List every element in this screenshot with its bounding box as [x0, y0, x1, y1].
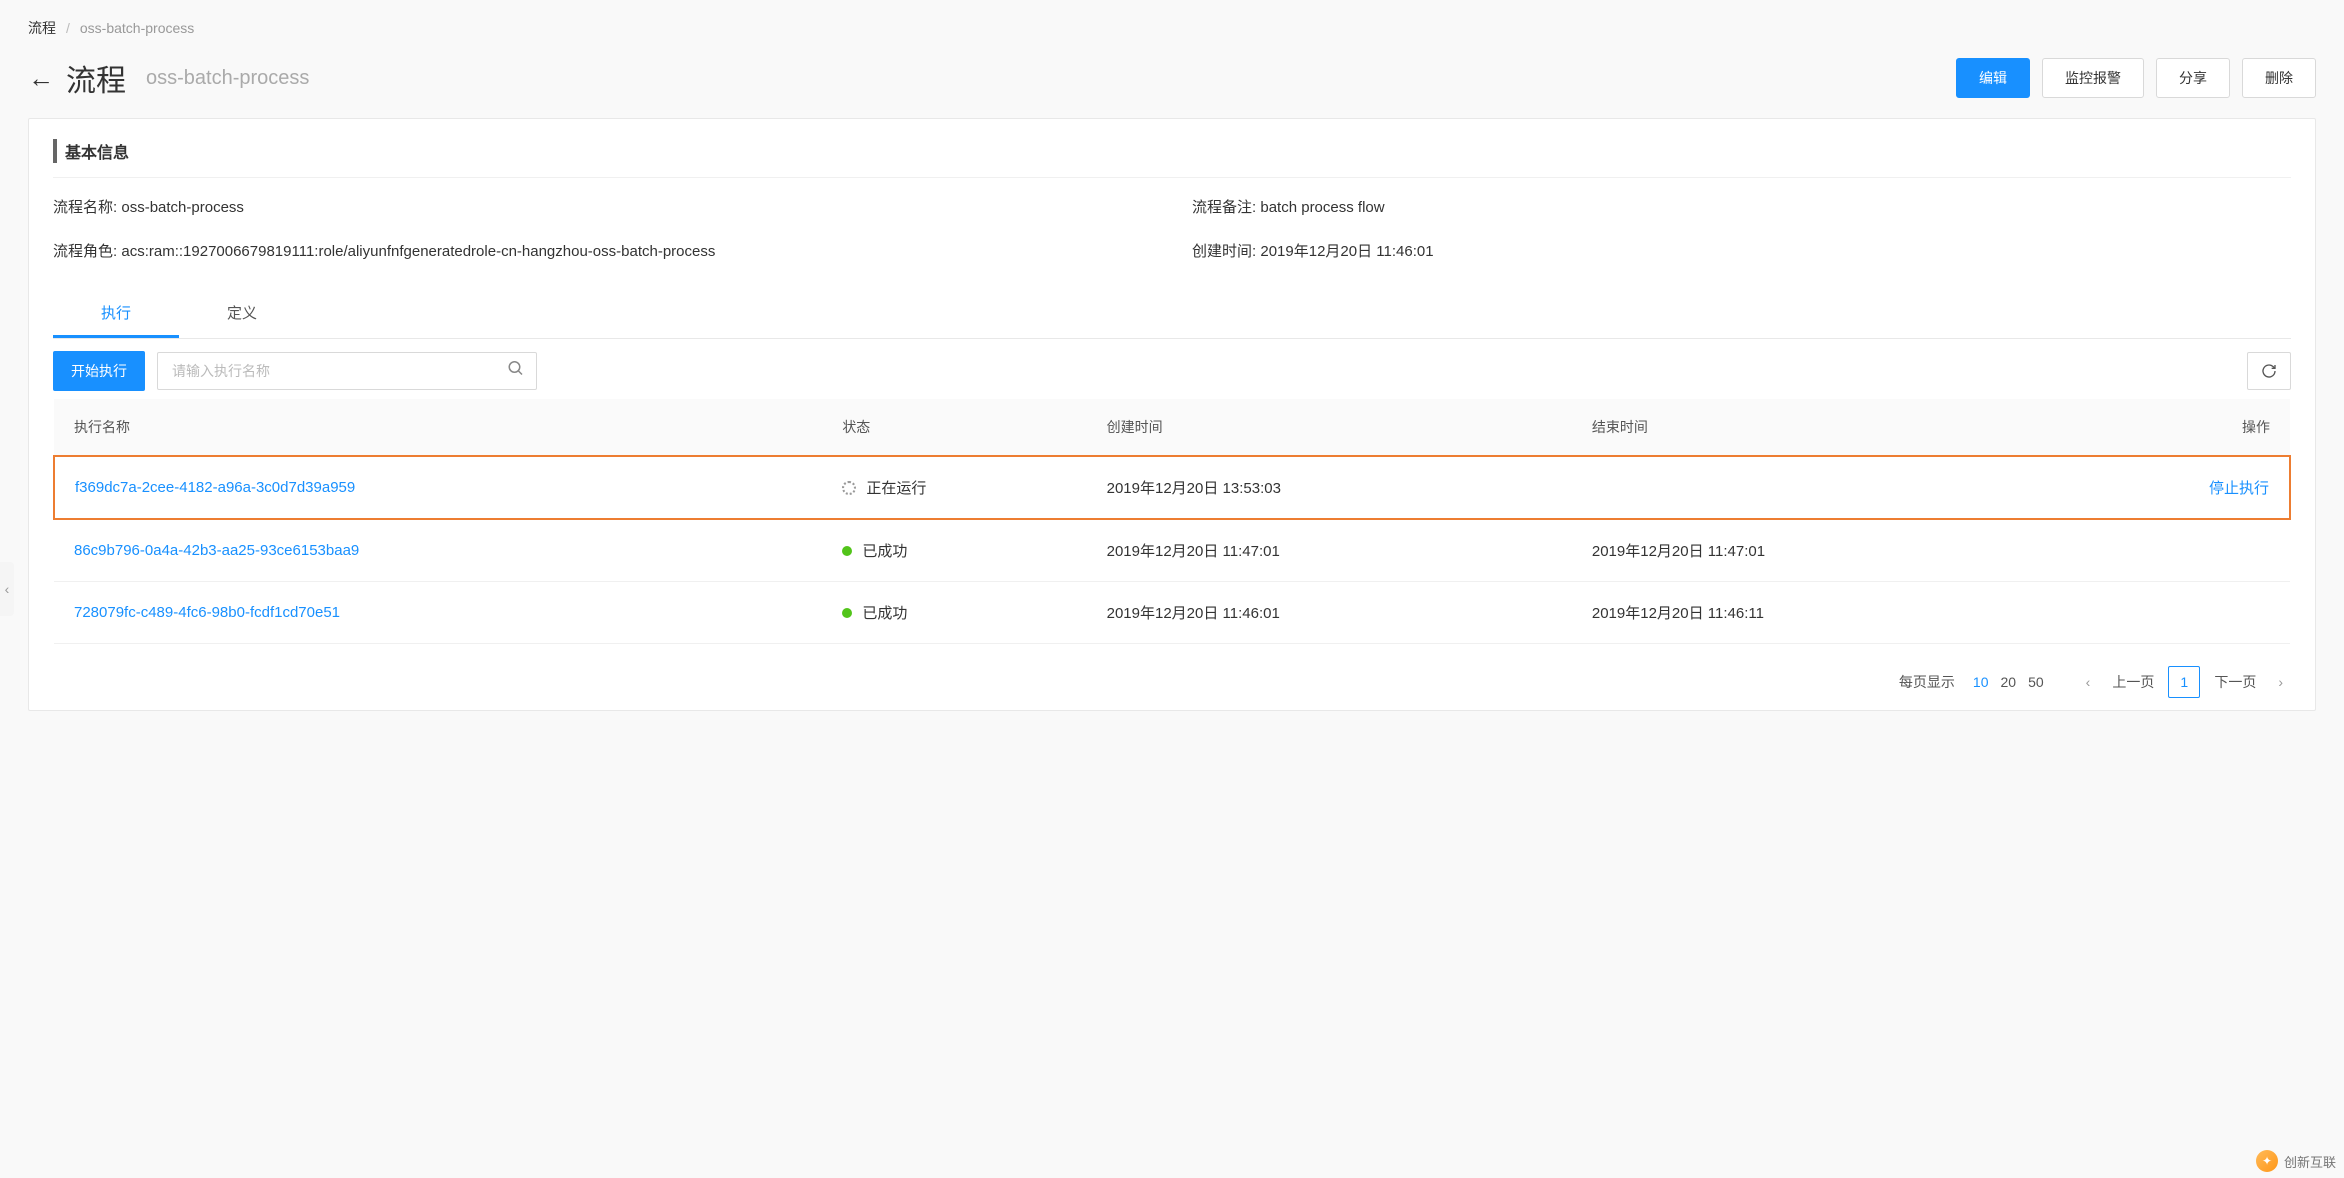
watermark: ✦ 创新互联 — [2256, 1150, 2336, 1172]
page-subtitle: oss-batch-process — [146, 67, 309, 90]
flow-role-label: 流程角色 — [53, 243, 113, 260]
execution-name-link[interactable]: 728079fc-c489-4fc6-98b0-fcdf1cd70e51 — [74, 604, 340, 621]
prev-page-icon[interactable]: ‹ — [2078, 668, 2099, 696]
flow-name-value: oss-batch-process — [121, 199, 244, 216]
refresh-button[interactable] — [2247, 352, 2291, 390]
created-time: 2019年12月20日 11:46:01 — [1095, 582, 1580, 644]
flow-remark-value: batch process flow — [1260, 199, 1384, 216]
flow-created-value: 2019年12月20日 11:46:01 — [1260, 243, 1433, 260]
start-execute-button[interactable]: 开始执行 — [53, 351, 145, 391]
breadcrumb: 流程 / oss-batch-process — [28, 18, 2316, 38]
ended-time — [1580, 456, 2063, 519]
edit-button[interactable]: 编辑 — [1956, 58, 2030, 98]
ended-time: 2019年12月20日 11:47:01 — [1580, 519, 2063, 582]
table-row: 728079fc-c489-4fc6-98b0-fcdf1cd70e51 已成功 2… — [54, 582, 2290, 644]
col-created: 创建时间 — [1095, 399, 1580, 456]
flow-name: 流程名称: oss-batch-process — [53, 196, 1152, 220]
search-input[interactable] — [157, 352, 537, 390]
monitor-alert-button[interactable]: 监控报警 — [2042, 58, 2144, 98]
tab-execute[interactable]: 执行 — [53, 290, 179, 338]
page-size-option[interactable]: 10 — [1967, 670, 1995, 694]
stop-execution-link[interactable]: 停止执行 — [2209, 480, 2269, 497]
status-dot-icon — [842, 608, 852, 618]
status-text: 已成功 — [862, 602, 907, 623]
execution-name-link[interactable]: f369dc7a-2cee-4182-a96a-3c0d7d39a959 — [75, 479, 355, 496]
divider — [53, 177, 2291, 178]
execution-name-link[interactable]: 86c9b796-0a4a-42b3-aa25-93ce6153baa9 — [74, 542, 359, 559]
breadcrumb-root[interactable]: 流程 — [28, 18, 56, 38]
page-size-option[interactable]: 50 — [2022, 670, 2050, 694]
current-page[interactable]: 1 — [2168, 666, 2200, 698]
flow-remark-label: 流程备注 — [1192, 199, 1252, 216]
spinner-icon — [842, 481, 856, 495]
search-icon[interactable] — [507, 360, 525, 383]
tab-define[interactable]: 定义 — [179, 290, 305, 338]
flow-name-label: 流程名称 — [53, 199, 113, 216]
next-page-text[interactable]: 下一页 — [2214, 672, 2256, 692]
created-time: 2019年12月20日 11:47:01 — [1095, 519, 1580, 582]
breadcrumb-separator: / — [66, 20, 70, 36]
delete-button[interactable]: 删除 — [2242, 58, 2316, 98]
col-name: 执行名称 — [54, 399, 830, 456]
col-status: 状态 — [830, 399, 1094, 456]
watermark-logo-icon: ✦ — [2256, 1150, 2278, 1172]
col-ended: 结束时间 — [1580, 399, 2063, 456]
col-action: 操作 — [2062, 399, 2290, 456]
share-button[interactable]: 分享 — [2156, 58, 2230, 98]
next-page-icon[interactable]: › — [2270, 668, 2291, 696]
flow-created-label: 创建时间 — [1192, 243, 1252, 260]
breadcrumb-current: oss-batch-process — [80, 20, 194, 36]
flow-role-value: acs:ram::1927006679819111:role/aliyunfnf… — [121, 243, 715, 260]
back-arrow-icon[interactable]: ← — [28, 63, 54, 94]
status-text: 正在运行 — [866, 477, 926, 498]
created-time: 2019年12月20日 13:53:03 — [1095, 456, 1580, 519]
per-page-label: 每页显示 — [1899, 672, 1955, 692]
status-dot-icon — [842, 546, 852, 556]
flow-created: 创建时间: 2019年12月20日 11:46:01 — [1192, 240, 2291, 264]
page-title: 流程 — [66, 56, 126, 100]
table-row: f369dc7a-2cee-4182-a96a-3c0d7d39a959 正在运行… — [54, 456, 2290, 519]
prev-page-text[interactable]: 上一页 — [2112, 672, 2154, 692]
ended-time: 2019年12月20日 11:46:11 — [1580, 582, 2063, 644]
flow-remark: 流程备注: batch process flow — [1192, 196, 2291, 220]
flow-role: 流程角色: acs:ram::1927006679819111:role/ali… — [53, 240, 1152, 264]
table-row: 86c9b796-0a4a-42b3-aa25-93ce6153baa9 已成功 2… — [54, 519, 2290, 582]
status-text: 已成功 — [862, 540, 907, 561]
basic-info-heading: 基本信息 — [53, 139, 2291, 163]
page-size-option[interactable]: 20 — [1995, 670, 2023, 694]
watermark-text: 创新互联 — [2284, 1152, 2336, 1171]
executions-table: 执行名称 状态 创建时间 结束时间 操作 f369dc7a-2cee-4182-… — [53, 399, 2291, 644]
